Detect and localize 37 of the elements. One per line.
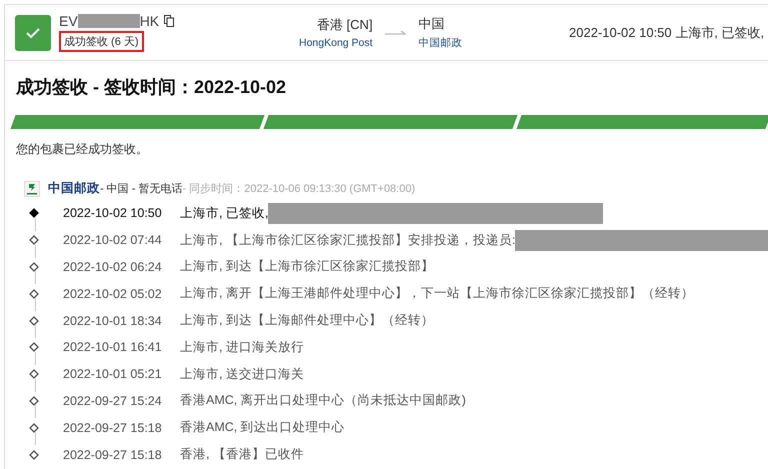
latest-event: 2022-10-02 10:50 上海市, 已签收, bbox=[569, 24, 764, 42]
event-description: 上海市, 【上海市徐汇区徐家汇揽投部】安排投递，投递员: bbox=[180, 232, 516, 249]
sync-time: - 同步时间：2022-10-06 09:13:30 (GMT+08:00) bbox=[182, 182, 416, 196]
tracking-number: HK bbox=[140, 13, 160, 29]
event-description: 上海市, 到达【上海市徐汇区徐家汇揽投部】 bbox=[180, 258, 434, 276]
copy-icon[interactable] bbox=[164, 15, 174, 27]
origin-country: 香港 [CN] bbox=[316, 16, 373, 34]
origin-carrier-link[interactable]: HongKong Post bbox=[299, 37, 373, 49]
redaction-bar bbox=[78, 14, 140, 28]
event-time: 2022-10-02 05:02 bbox=[63, 286, 163, 301]
event-description: 香港AMC, 到达出口处理中心 bbox=[180, 419, 345, 436]
tracking-number: EV bbox=[59, 13, 78, 29]
event-time: 2022-10-02 10:50 bbox=[63, 206, 163, 220]
event-description: 香港AMC, 离开出口处理中心（尚未抵达中国邮政) bbox=[180, 392, 466, 410]
event-description: 上海市, 进口海关放行 bbox=[180, 338, 304, 356]
event-description: 香港, 【香港】已收件 bbox=[180, 446, 304, 464]
event-time: 2022-09-27 15:18 bbox=[63, 420, 163, 435]
carrier-details: - 中国 - 暂无电话 bbox=[100, 182, 182, 196]
status-message: 您的包裹已经成功签收。 bbox=[16, 141, 149, 158]
destination-carrier-link[interactable]: 中国邮政 bbox=[418, 36, 463, 50]
status-badge: 成功签收 (6 天) bbox=[59, 31, 144, 52]
event-time: 2022-09-27 15:18 bbox=[63, 448, 163, 462]
event-description: 上海市, 离开【上海王港邮件处理中心】，下一站【上海市徐汇区徐家汇揽投部】（经转） bbox=[180, 285, 694, 302]
event-time: 2022-10-01 16:41 bbox=[63, 340, 163, 354]
event-description: 上海市, 送交进口海关 bbox=[180, 366, 304, 383]
destination-country: 中国 bbox=[418, 15, 446, 33]
event-description: 上海市, 到达【上海邮件处理中心】（经转） bbox=[180, 312, 434, 330]
event-time: 2022-10-02 07:44 bbox=[63, 233, 163, 248]
event-time: 2022-10-02 06:24 bbox=[63, 260, 163, 274]
event-time: 2022-10-01 05:21 bbox=[63, 367, 163, 382]
delivery-title: 成功签收 - 签收时间：2022-10-02 bbox=[16, 76, 288, 99]
event-time: 2022-10-01 18:34 bbox=[63, 314, 163, 328]
event-time: 2022-09-27 15:24 bbox=[63, 394, 163, 408]
post-logo-icon bbox=[24, 180, 40, 196]
carrier-name-link[interactable]: 中国邮政 bbox=[48, 180, 100, 197]
event-description: 上海市, 已签收, bbox=[180, 204, 268, 222]
delivered-check-icon bbox=[15, 14, 51, 50]
